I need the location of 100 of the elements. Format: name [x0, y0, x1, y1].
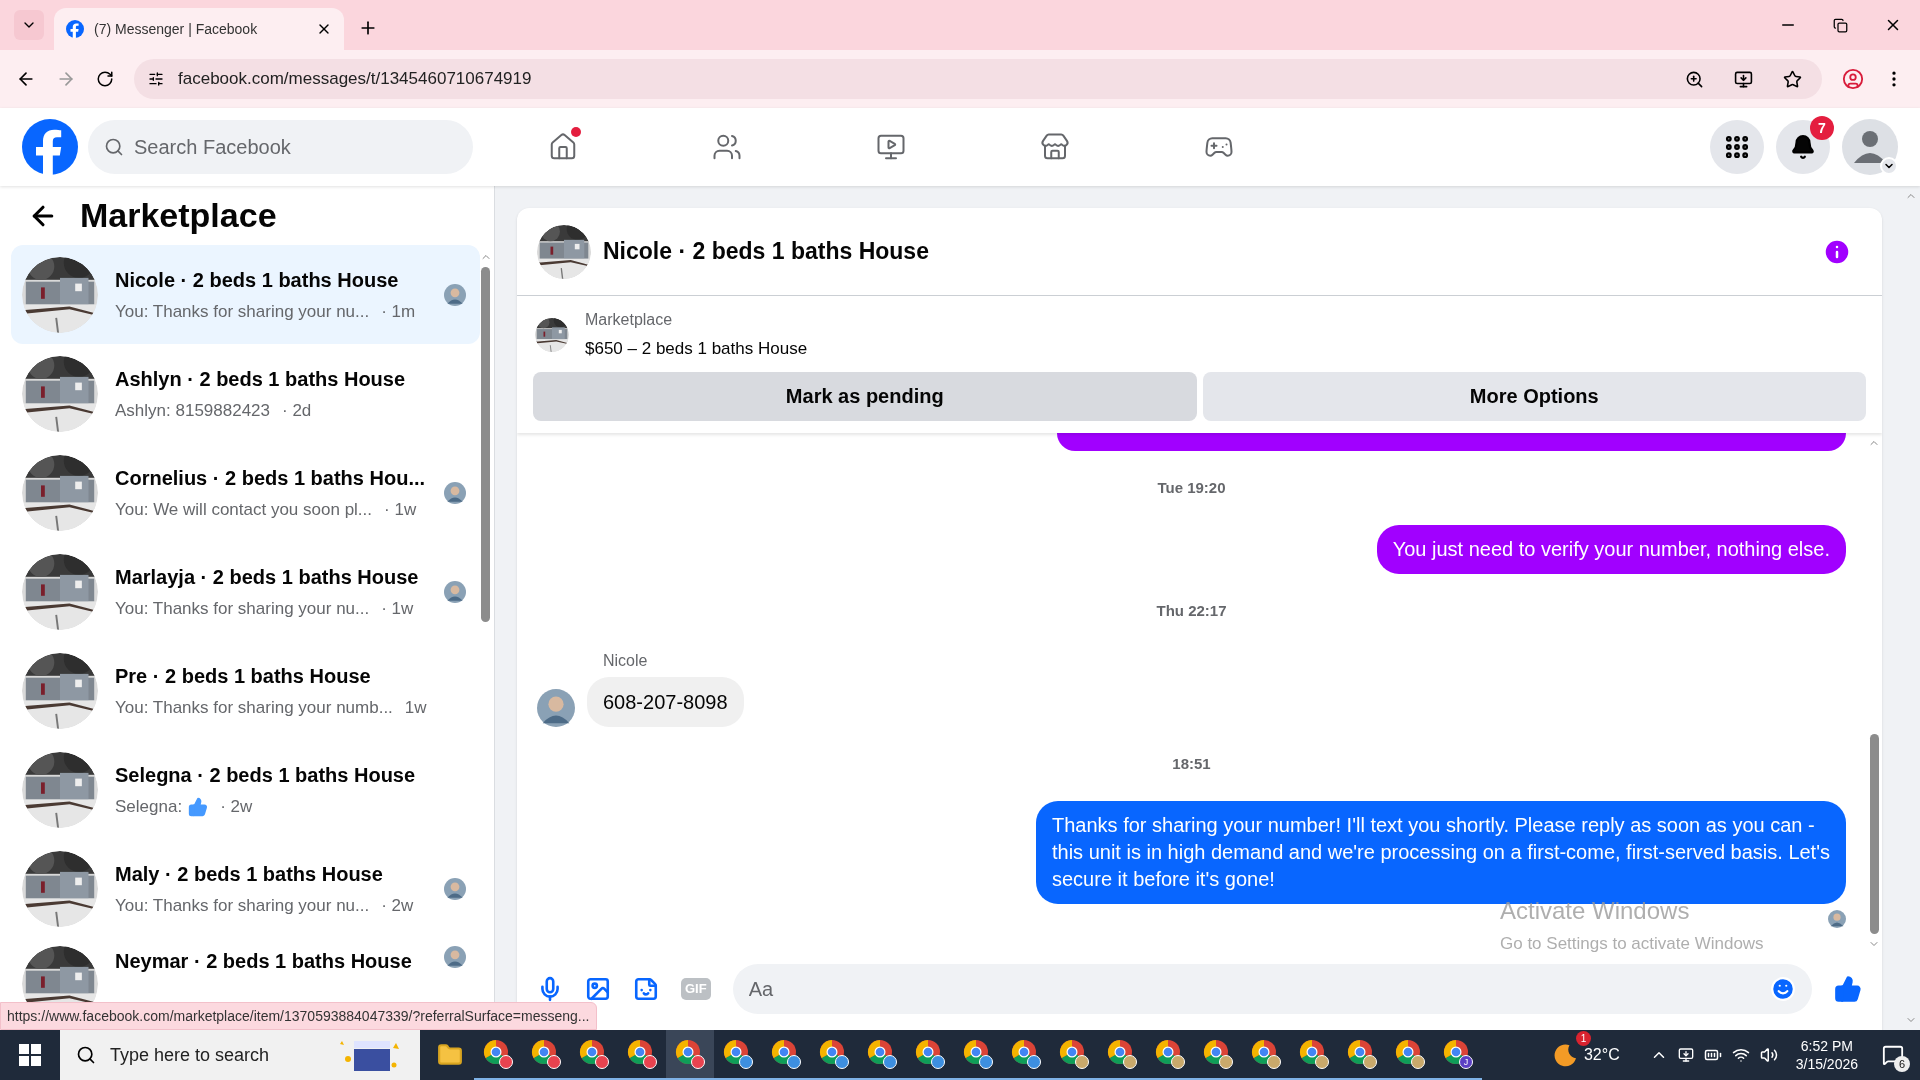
conversation-item[interactable]: Maly · 2 beds 1 baths House You: Thanks for sharing your nu... · 2w — [11, 839, 480, 938]
chrome-icon[interactable] — [819, 1039, 849, 1069]
temperature: 32°C — [1583, 1045, 1620, 1065]
conversation-title: Ashlyn · 2 beds 1 baths House — [115, 366, 407, 392]
browser-tab[interactable]: (7) Messenger | Facebook — [54, 8, 344, 50]
chrome-icon[interactable] — [1011, 1039, 1041, 1069]
profile-badge: J — [1459, 1055, 1473, 1069]
weather-badge: 1 — [1575, 1031, 1591, 1046]
grid-icon — [1723, 133, 1751, 161]
thumbs-up-icon — [188, 796, 209, 817]
profile-icon[interactable] — [1842, 68, 1864, 90]
message-bubble: You just need to verify your number, nothing else. — [1376, 525, 1846, 574]
message-time: · 2w — [381, 894, 414, 917]
chrome-icon[interactable] — [867, 1039, 897, 1069]
chrome-icon[interactable] — [1155, 1039, 1185, 1069]
search-icon — [104, 137, 124, 157]
message-time: · 2w — [220, 795, 253, 818]
chrome-icon[interactable] — [579, 1039, 609, 1069]
sticker-icon[interactable] — [633, 976, 659, 1002]
avatar — [443, 877, 466, 900]
conversation-item[interactable]: Ashlyn · 2 beds 1 baths House Ashlyn: 8159882423 · 2d — [11, 344, 480, 443]
conversation-title: Neymar · 2 beds 1 baths House — [115, 949, 413, 974]
action-button[interactable]: Mark as pending — [533, 371, 1197, 421]
search-input[interactable]: Search Facebook — [134, 132, 457, 162]
wifi-icon[interactable] — [1731, 1046, 1750, 1064]
conversation-title: Pre · 2 beds 1 baths House — [115, 663, 372, 689]
conversation-item[interactable]: Pre · 2 beds 1 baths House You: Thanks for sharing your numb... 1w — [11, 641, 480, 740]
chrome-icon[interactable] — [1059, 1039, 1089, 1069]
message-bubble: 608-207-8098 — [587, 676, 744, 727]
search-icon — [76, 1045, 96, 1065]
device-icon[interactable] — [1677, 1047, 1694, 1063]
chrome-icon[interactable] — [963, 1039, 993, 1069]
zoom-icon[interactable] — [1685, 69, 1704, 89]
conversation-title: Selegna · 2 beds 1 baths House — [115, 762, 417, 788]
bookmark-star-icon[interactable] — [1783, 69, 1802, 89]
message-preview: You: We will contact you soon pl... — [115, 498, 373, 521]
message-time: · 1w — [384, 498, 417, 521]
conversation-item[interactable]: Selegna · 2 beds 1 baths House Selegna: · 2w — [11, 740, 480, 839]
chrome-icon[interactable] — [483, 1039, 513, 1069]
message-time: 1w — [404, 696, 427, 719]
chrome-icon[interactable] — [1299, 1039, 1329, 1069]
chrome-icon[interactable] — [531, 1039, 561, 1069]
conversation-title: Marlayja · 2 beds 1 baths House — [115, 564, 420, 590]
search-field[interactable]: Search Facebook — [88, 120, 473, 174]
chrome-icon[interactable] — [1251, 1039, 1281, 1069]
address-bar[interactable]: facebook.com/messages/t/1345460710674919 — [134, 59, 1822, 99]
conversation-title: Nicole · 2 beds 1 baths House — [115, 267, 400, 293]
chevron-down-icon — [1880, 157, 1898, 175]
marketplace-icon — [1040, 132, 1070, 162]
conversation-item[interactable]: Marlayja · 2 beds 1 baths House You: Thanks for sharing your nu... · 1w — [11, 542, 480, 641]
chrome-icon[interactable] — [1203, 1039, 1233, 1069]
image-icon[interactable] — [585, 976, 611, 1002]
message-time: · 1m — [381, 300, 416, 323]
avatar — [443, 946, 466, 968]
reload-icon[interactable] — [96, 70, 114, 88]
conversation-item[interactable]: Nicole · 2 beds 1 baths House You: Thanks for sharing your nu... · 1m — [11, 245, 480, 344]
apps-menu-button[interactable] — [1710, 120, 1764, 174]
message-preview: You: Thanks for sharing your nu... — [115, 300, 370, 323]
like-icon[interactable] — [1834, 975, 1862, 1003]
account-button[interactable] — [1842, 119, 1898, 175]
restore-icon[interactable] — [1833, 17, 1848, 33]
conversation-item[interactable]: Cornelius · 2 beds 1 baths Hou... You: We will contact you soon pl... · 1w — [11, 443, 480, 542]
action-button[interactable]: More Options — [1202, 371, 1866, 421]
avatar — [1828, 910, 1846, 928]
sender-name: Nicole — [603, 650, 649, 671]
chrome-icon[interactable] — [915, 1039, 945, 1069]
message-field[interactable]: Aa — [732, 964, 1812, 1014]
chrome-icon[interactable] — [771, 1039, 801, 1069]
tab-list-button[interactable] — [14, 10, 44, 40]
chrome-icon[interactable] — [627, 1039, 657, 1069]
home-icon — [548, 132, 578, 162]
avatar — [537, 688, 575, 727]
emoji-icon[interactable] — [1770, 976, 1796, 1002]
message-preview: You: Thanks for sharing your nu... — [115, 894, 370, 917]
taskbar-app[interactable] — [666, 1030, 714, 1080]
taskbar-search[interactable]: Type here to search — [60, 1030, 420, 1080]
facebook-logo-icon[interactable] — [22, 119, 78, 175]
scrollbar-thumb[interactable] — [481, 267, 491, 622]
bell-icon — [1790, 134, 1816, 160]
site-settings-icon[interactable] — [148, 71, 164, 87]
notification-center-count: 6 — [1894, 1056, 1910, 1072]
chrome-icon[interactable] — [1347, 1039, 1377, 1069]
message-preview: Ashlyn: 8159882423 — [115, 399, 271, 422]
clock-date: 3/15/2026 — [1795, 1055, 1858, 1073]
volume-icon[interactable] — [1759, 1046, 1778, 1064]
video-icon — [876, 132, 906, 162]
message-input[interactable]: Aa — [748, 974, 1770, 1004]
chrome-icon[interactable] — [675, 1039, 705, 1069]
notification-center-icon[interactable] — [1882, 1044, 1904, 1066]
install-icon[interactable] — [1734, 69, 1753, 89]
tab-title: (7) Messenger | Facebook — [94, 19, 259, 39]
timestamp: 18:51 — [1172, 753, 1211, 774]
chrome-icon[interactable] — [1107, 1039, 1137, 1069]
chrome-icon[interactable] — [723, 1039, 753, 1069]
scrollbar-thumb[interactable] — [1869, 734, 1879, 934]
taskbar-app[interactable]: J — [1434, 1030, 1482, 1080]
friends-icon — [712, 132, 742, 162]
chrome-icon[interactable] — [1395, 1039, 1425, 1069]
sidebar-title: Marketplace — [80, 195, 277, 236]
chat-title: Nicole · 2 beds 1 baths House — [603, 237, 930, 267]
